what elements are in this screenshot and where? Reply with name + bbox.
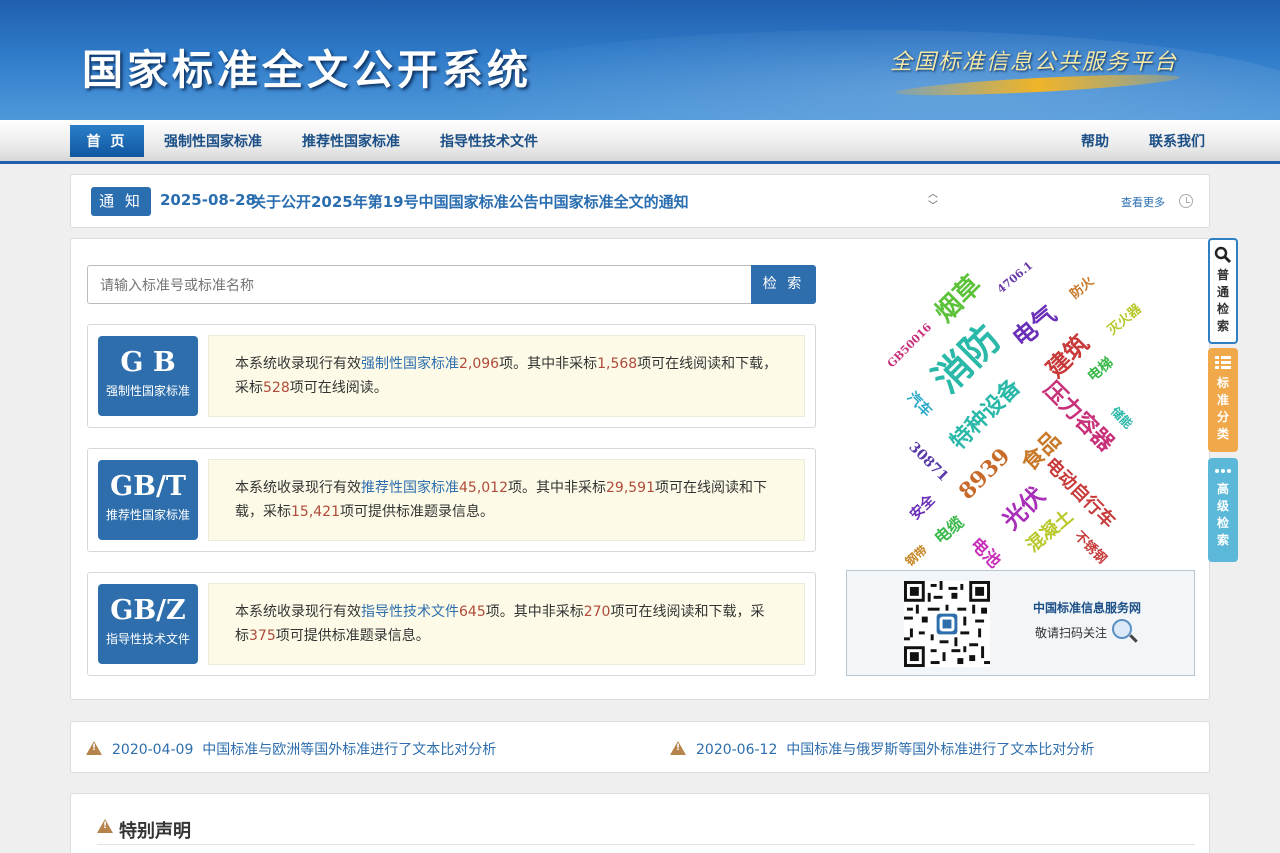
main-panel: 检 索 G B 强制性国家标准 本系统收录现行有效强制性国家标准2,096项。其…	[70, 238, 1210, 700]
desc-text: 本系统收录现行有效	[235, 604, 361, 620]
desc-text: 项可在线阅读。	[289, 380, 388, 396]
chevron-down-icon[interactable]: ﹀	[928, 201, 938, 213]
analysis-item-1[interactable]: 2020-04-09 中国标准与欧洲等国外标准进行了文本比对分析	[112, 739, 496, 759]
search-icon	[1214, 246, 1232, 264]
desc-link[interactable]: 指导性技术文件	[361, 604, 459, 620]
cloud-tag[interactable]: 4706.1	[995, 259, 1036, 296]
cloud-tag[interactable]: 钢带	[901, 541, 930, 569]
desc-text: 项可提供标准题录信息。	[275, 628, 430, 644]
special-declaration: 特别声明	[70, 793, 1210, 853]
non-adopted-count: 29,591	[606, 480, 655, 496]
declaration-title: 特别声明	[119, 821, 191, 842]
non-adopted-count: 270	[583, 604, 611, 620]
total-count: 645	[459, 604, 486, 620]
badge-code: GB/T	[110, 471, 186, 502]
card-description: 本系统收录现行有效推荐性国家标准45,012项。其中非采标29,591项可在线阅…	[208, 459, 805, 541]
divider	[97, 844, 1195, 845]
gbz-badge[interactable]: GB/Z 指导性技术文件	[98, 584, 198, 664]
cloud-tag[interactable]: 不锈钢	[1071, 526, 1112, 567]
badge-label: 强制性国家标准	[105, 384, 190, 398]
total-count: 2,096	[459, 356, 500, 372]
qr-code-image	[904, 581, 990, 667]
nav-contact[interactable]: 联系我们	[1149, 125, 1205, 157]
notice-tag: 通 知	[91, 187, 151, 216]
nav-recommended-standards[interactable]: 推荐性国家标准	[302, 125, 400, 157]
nav-home[interactable]: 首 页	[70, 125, 144, 157]
desc-text: 本系统收录现行有效	[235, 480, 361, 496]
side-label: 高级检索	[1216, 482, 1229, 547]
search-button[interactable]: 检 索	[751, 265, 816, 304]
card-description: 本系统收录现行有效指导性技术文件645项。其中非采标270项可在线阅读和下载，采…	[208, 583, 805, 665]
analysis-text[interactable]: 中国标准与俄罗斯等国外标准进行了文本比对分析	[786, 742, 1094, 758]
side-advanced-search[interactable]: 高级检索	[1208, 458, 1238, 562]
clock-icon	[1179, 194, 1193, 208]
notice-scroll-arrows[interactable]: ︿ ﹀	[928, 189, 938, 213]
badge-label: 指导性技术文件	[105, 632, 190, 646]
nav-mandatory-standards[interactable]: 强制性国家标准	[164, 125, 262, 157]
qr-subtitle: 敬请扫码关注	[1035, 626, 1108, 640]
cloud-tag[interactable]: 灭火器	[1102, 299, 1145, 339]
adopted-count: 15,421	[291, 504, 340, 520]
qr-title: 中国标准信息服务网	[1033, 601, 1142, 615]
analysis-item-2[interactable]: 2020-06-12 中国标准与俄罗斯等国外标准进行了文本比对分析	[696, 739, 1094, 759]
badge-code: GB/Z	[110, 595, 186, 626]
total-count: 45,012	[459, 480, 508, 496]
adopted-count: 375	[249, 628, 276, 644]
gb-badge[interactable]: G B 强制性国家标准	[98, 336, 198, 416]
list-icon	[1215, 356, 1231, 369]
warning-icon	[86, 741, 102, 755]
adopted-count: 528	[263, 380, 290, 396]
non-adopted-count: 1,568	[597, 356, 638, 372]
notice-date[interactable]: 2025-08-28	[160, 191, 256, 209]
warning-icon	[97, 819, 113, 833]
site-title: 国家标准全文公开系统	[82, 46, 532, 94]
card-description: 本系统收录现行有效强制性国家标准2,096项。其中非采标1,568项可在线阅读和…	[208, 335, 805, 417]
magnifier-icon	[1112, 619, 1132, 639]
desc-link[interactable]: 推荐性国家标准	[361, 480, 459, 496]
analysis-news: 2020-04-09 中国标准与欧洲等国外标准进行了文本比对分析 2020-06…	[70, 721, 1210, 773]
main-nav: 首 页 强制性国家标准 推荐性国家标准 指导性技术文件 帮助 联系我们	[0, 120, 1280, 164]
cloud-tag[interactable]: 30871	[905, 439, 951, 485]
cloud-tag[interactable]: 电池	[966, 531, 1008, 572]
nav-help[interactable]: 帮助	[1081, 125, 1109, 157]
side-label: 标准分类	[1216, 376, 1229, 441]
more-dots-icon	[1215, 469, 1231, 473]
standard-card-gb: G B 强制性国家标准 本系统收录现行有效强制性国家标准2,096项。其中非采标…	[87, 324, 816, 428]
keyword-tag-cloud: 烟草 4706.1 防火 电气 灭火器 GB50016 消防 建筑 电梯 汽车 …	[846, 249, 1196, 572]
desc-text: 项。其中非采标	[508, 480, 606, 496]
side-label: 普通检索	[1217, 268, 1230, 333]
cloud-tag[interactable]: 汽车	[903, 387, 937, 421]
side-basic-search[interactable]: 普通检索	[1208, 238, 1238, 344]
header-banner: 国家标准全文公开系统 全国标准信息公共服务平台	[0, 0, 1280, 120]
side-standard-category[interactable]: 标准分类	[1208, 348, 1238, 452]
search-input[interactable]	[87, 265, 752, 304]
cloud-tag[interactable]: 电梯	[1083, 352, 1117, 385]
analysis-date: 2020-04-09	[112, 742, 194, 758]
badge-code: G B	[120, 347, 176, 378]
site-slogan: 全国标准信息公共服务平台	[890, 50, 1179, 75]
chevron-up-icon[interactable]: ︿	[928, 189, 938, 201]
gbt-badge[interactable]: GB/T 推荐性国家标准	[98, 460, 198, 540]
analysis-text[interactable]: 中国标准与欧洲等国外标准进行了文本比对分析	[202, 742, 496, 758]
cloud-tag[interactable]: 安全	[905, 490, 939, 524]
qr-code-box: 中国标准信息服务网 敬请扫码关注	[846, 570, 1195, 676]
desc-text: 项。其中非采标	[485, 604, 584, 620]
standard-card-gbt: GB/T 推荐性国家标准 本系统收录现行有效推荐性国家标准45,012项。其中非…	[87, 448, 816, 552]
notice-message[interactable]: 关于公开2025年第19号中国国家标准公告中国家标准全文的通知	[251, 191, 689, 212]
badge-label: 推荐性国家标准	[105, 508, 190, 522]
notice-more-link[interactable]: 查看更多	[1121, 194, 1165, 210]
nav-guidance-documents[interactable]: 指导性技术文件	[440, 125, 538, 157]
cloud-tag[interactable]: 防火	[1065, 271, 1098, 302]
desc-link[interactable]: 强制性国家标准	[361, 356, 459, 372]
notice-bar: 通 知 2025-08-28 关于公开2025年第19号中国国家标准公告中国家标…	[70, 174, 1210, 228]
standard-card-gbz: GB/Z 指导性技术文件 本系统收录现行有效指导性技术文件645项。其中非采标2…	[87, 572, 816, 676]
warning-icon	[670, 741, 686, 755]
cloud-tag[interactable]: 电缆	[928, 510, 968, 549]
desc-text: 项。其中非采标	[499, 356, 598, 372]
desc-text: 本系统收录现行有效	[235, 356, 361, 372]
analysis-date: 2020-06-12	[696, 742, 778, 758]
desc-text: 项可提供标准题录信息。	[340, 504, 494, 520]
